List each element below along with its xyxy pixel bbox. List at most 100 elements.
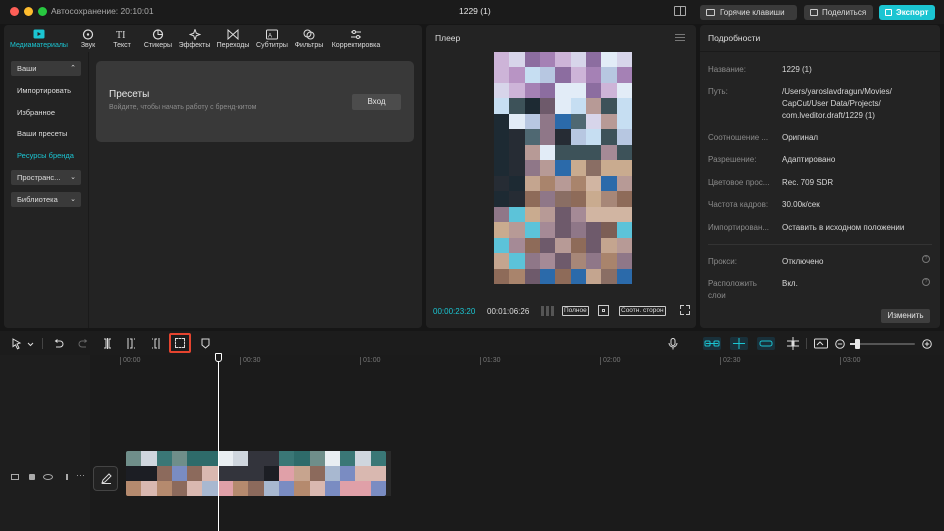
hotkeys-button[interactable]: Горячие клавиши xyxy=(700,5,797,20)
proxy-info-icon[interactable]: ? xyxy=(922,255,930,263)
presets-title: Пресеты xyxy=(109,89,150,100)
preview-pixel xyxy=(555,191,572,208)
clip-thumbnail-pixel xyxy=(294,451,311,467)
tab-transitions[interactable]: Переходы xyxy=(215,29,251,49)
ruler-label: 02:00 xyxy=(603,357,621,364)
zoom-in-icon[interactable] xyxy=(922,339,932,351)
delete-left-icon[interactable] xyxy=(126,338,137,351)
zoom-out-icon[interactable] xyxy=(835,339,845,351)
preview-axis-icon[interactable] xyxy=(786,337,800,352)
preview-pixel xyxy=(555,129,572,146)
sidebar-item-presets[interactable]: Ваши пресеты xyxy=(11,126,81,141)
marker-icon[interactable] xyxy=(200,338,211,351)
video-preview[interactable] xyxy=(494,52,632,284)
preview-pixel xyxy=(555,113,572,130)
layout-icon[interactable] xyxy=(674,6,686,16)
sidebar-item-brand-resources[interactable]: Ресурсы бренда xyxy=(11,148,81,163)
sidebar-section-yours[interactable]: Ваши ⌃ xyxy=(11,61,81,76)
tab-media[interactable]: Медиаматериалы xyxy=(8,29,70,49)
details-section-divider xyxy=(708,244,932,245)
preview-pixel xyxy=(524,268,541,284)
crop-icon[interactable] xyxy=(598,305,609,316)
sidebar-section-library[interactable]: Библиотека ⌄ xyxy=(11,192,81,207)
share-button[interactable]: Поделиться xyxy=(804,5,873,20)
clip-thumbnail-pixel xyxy=(171,466,188,482)
window-close-button[interactable] xyxy=(10,7,19,16)
snap-icon[interactable] xyxy=(730,337,748,352)
clip-thumbnail-pixel xyxy=(309,451,326,467)
undo-icon[interactable] xyxy=(53,338,64,351)
aspect-ratio-button[interactable]: Соотн. сторон xyxy=(619,306,666,316)
preview-pixel xyxy=(601,237,618,254)
visibility-eye-icon[interactable] xyxy=(43,474,53,480)
zoom-slider-handle[interactable] xyxy=(855,339,860,349)
thumbnail-icon[interactable] xyxy=(814,338,828,351)
preview-pixel xyxy=(494,113,510,130)
preview-pixel xyxy=(524,206,541,223)
sidebar-item-import[interactable]: Импортировать xyxy=(11,83,81,98)
video-clip[interactable] xyxy=(126,451,386,496)
split-icon[interactable] xyxy=(102,338,113,351)
preview-pixel xyxy=(570,113,587,130)
timeline-grid-icon[interactable] xyxy=(541,306,554,316)
window-minimize-button[interactable] xyxy=(24,7,33,16)
preview-pixel xyxy=(570,52,587,68)
clip-thumbnail-pixel xyxy=(294,481,311,496)
playhead-handle[interactable] xyxy=(215,353,222,362)
preview-pixel xyxy=(616,160,632,177)
clip-thumbnail-pixel xyxy=(309,466,326,482)
menu-icon[interactable] xyxy=(675,34,685,41)
sidebar-section-spaces[interactable]: Пространс... ⌄ xyxy=(11,170,81,185)
tab-audio-label: Звук xyxy=(80,42,96,49)
preview-pixel xyxy=(616,129,632,146)
clip-thumbnail-pixel xyxy=(233,481,249,496)
preview-pixel xyxy=(601,253,618,270)
preview-pixel xyxy=(555,82,572,99)
ruler-label: 02:30 xyxy=(723,357,741,364)
main-track-link-icon[interactable] xyxy=(703,337,721,352)
autosave-status: Автосохранение: 20:10:01 xyxy=(51,6,154,16)
audio-volume-icon[interactable] xyxy=(60,474,68,480)
tab-text[interactable]: TI Текст xyxy=(110,29,134,49)
tab-stickers[interactable]: Стикеры xyxy=(142,29,174,49)
cover-edit-button[interactable] xyxy=(93,466,118,491)
clip-trim-handle[interactable] xyxy=(386,451,391,496)
player-title: Плеер xyxy=(435,33,461,43)
preview-pixel xyxy=(509,206,526,223)
window-maximize-button[interactable] xyxy=(38,7,47,16)
crop-tool-button[interactable] xyxy=(169,333,191,353)
clip-thumbnail-pixel xyxy=(278,451,295,467)
tab-filters[interactable]: Фильтры xyxy=(293,29,325,49)
delete-right-icon[interactable] xyxy=(150,338,161,351)
lock-icon[interactable] xyxy=(29,474,35,480)
tab-subtitles[interactable]: A Субтитры xyxy=(255,29,289,49)
preview-pixel xyxy=(524,98,541,115)
fullscreen-icon[interactable] xyxy=(680,305,690,315)
login-button[interactable]: Вход xyxy=(352,94,401,110)
clip-thumbnail-pixel xyxy=(370,466,386,482)
timeline-ruler[interactable]: 00:00 00:30 01:00 01:30 02:00 02:30 03:00 xyxy=(120,355,944,369)
preview-pixel xyxy=(616,253,632,270)
linkage-icon[interactable] xyxy=(757,337,775,352)
tab-adjust[interactable]: Корректировка xyxy=(329,29,383,49)
tab-audio[interactable]: Звук xyxy=(76,29,100,49)
detail-layers-value: Вкл. xyxy=(782,279,798,288)
layers-info-icon[interactable]: ? xyxy=(922,278,930,286)
full-quality-button[interactable]: Полное xyxy=(562,306,589,316)
tab-effects[interactable]: Эффекты xyxy=(177,29,212,49)
sidebar-item-favorites[interactable]: Избранное xyxy=(11,105,81,120)
preview-pixel xyxy=(524,237,541,254)
preview-pixel xyxy=(540,113,556,130)
preview-pixel xyxy=(509,98,526,115)
export-button[interactable]: Экспорт xyxy=(879,5,935,20)
select-tool-icon[interactable] xyxy=(12,338,34,352)
redo-icon[interactable] xyxy=(78,338,89,351)
microphone-icon[interactable] xyxy=(668,338,678,352)
edit-button[interactable]: Изменить xyxy=(881,309,930,323)
preview-pixel xyxy=(601,82,618,99)
ruler-label: 03:00 xyxy=(843,357,861,364)
clip-thumbnail-pixel xyxy=(126,481,142,496)
preview-pixel xyxy=(524,67,541,84)
preview-pixel xyxy=(570,129,587,146)
more-options-icon[interactable]: ··· xyxy=(76,470,85,480)
